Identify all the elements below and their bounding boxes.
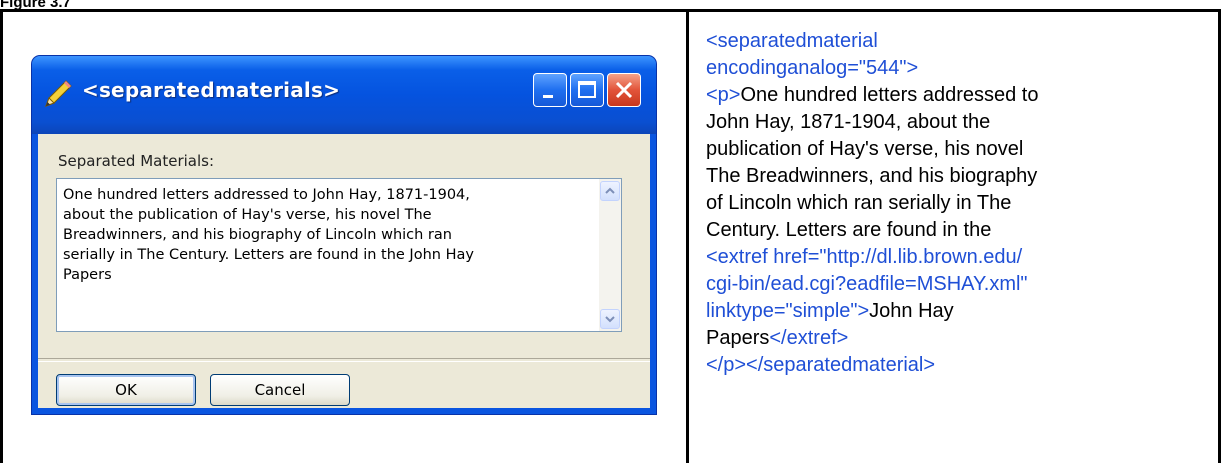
- xml-line: Papers</extref>: [706, 325, 1206, 352]
- xml-tag: linktype="simple">: [706, 300, 870, 322]
- close-icon: [615, 81, 633, 99]
- scroll-down-arrow-icon: [605, 316, 615, 323]
- scroll-down-button[interactable]: [600, 309, 620, 329]
- dialog-separator: [38, 358, 650, 362]
- dialog-titlebar[interactable]: <separatedmaterials>: [32, 56, 656, 134]
- xml-text: Papers: [706, 327, 770, 349]
- xml-line: linktype="simple">John Hay: [706, 298, 1206, 325]
- minimize-button[interactable]: [533, 73, 567, 107]
- close-button[interactable]: [607, 73, 641, 107]
- dialog-title: <separatedmaterials>: [82, 78, 341, 102]
- separated-materials-dialog: <separatedmaterials> Separated Materials…: [32, 56, 656, 414]
- xml-line: <p>One hundred letters addressed to: [706, 82, 1206, 109]
- ok-button[interactable]: OK: [56, 374, 196, 406]
- xml-line: of Lincoln which ran serially in The: [706, 190, 1206, 217]
- maximize-button[interactable]: [570, 73, 604, 107]
- textarea-content: One hundred letters addressed to John Ha…: [63, 187, 474, 283]
- xml-text: One hundred letters addressed to: [740, 84, 1039, 106]
- vertical-scrollbar[interactable]: [599, 179, 621, 331]
- xml-text: Century. Letters are found in the: [706, 219, 992, 241]
- pencil-icon: [42, 78, 74, 110]
- xml-text: John Hay, 1871-1904, about the: [706, 111, 991, 133]
- dialog-body: Separated Materials: One hundred letters…: [38, 134, 650, 408]
- scroll-up-button[interactable]: [600, 181, 620, 201]
- field-label: Separated Materials:: [58, 152, 215, 170]
- xml-tag: <extref href="http://dl.lib.brown.edu/: [706, 246, 1023, 268]
- xml-line: publication of Hay's verse, his novel: [706, 136, 1206, 163]
- xml-line: <separatedmaterial: [706, 28, 1206, 55]
- minimize-icon: [543, 95, 553, 98]
- xml-tag: <p>: [706, 84, 741, 106]
- xml-line: Century. Letters are found in the: [706, 217, 1206, 244]
- xml-line: The Breadwinners, and his biography: [706, 163, 1206, 190]
- xml-line: John Hay, 1871-1904, about the: [706, 109, 1206, 136]
- xml-listing: <separatedmaterial encodinganalog="544">…: [706, 28, 1206, 379]
- frame-divider: [686, 12, 689, 463]
- xml-text: publication of Hay's verse, his novel: [706, 138, 1024, 160]
- xml-tag: </extref>: [769, 327, 849, 349]
- maximize-icon: [578, 81, 596, 98]
- frame-left-border: [0, 12, 3, 463]
- xml-text: The Breadwinners, and his biography: [706, 165, 1038, 187]
- xml-tag: <separatedmaterial: [706, 30, 878, 52]
- xml-line: cgi-bin/ead.cgi?eadfile=MSHAY.xml": [706, 271, 1206, 298]
- cancel-button[interactable]: Cancel: [210, 374, 350, 406]
- xml-text: of Lincoln which ran serially in The: [706, 192, 1012, 214]
- xml-tag: </p></separatedmaterial>: [706, 354, 936, 376]
- xml-line: </p></separatedmaterial>: [706, 352, 1206, 379]
- xml-tag: encodinganalog="544">: [706, 57, 919, 79]
- xml-tag: cgi-bin/ead.cgi?eadfile=MSHAY.xml": [706, 273, 1028, 295]
- separated-materials-textarea[interactable]: One hundred letters addressed to John Ha…: [56, 178, 622, 332]
- xml-text: John Hay: [869, 300, 954, 322]
- xml-line: <extref href="http://dl.lib.brown.edu/: [706, 244, 1206, 271]
- scroll-up-arrow-icon: [605, 187, 615, 194]
- xml-line: encodinganalog="544">: [706, 55, 1206, 82]
